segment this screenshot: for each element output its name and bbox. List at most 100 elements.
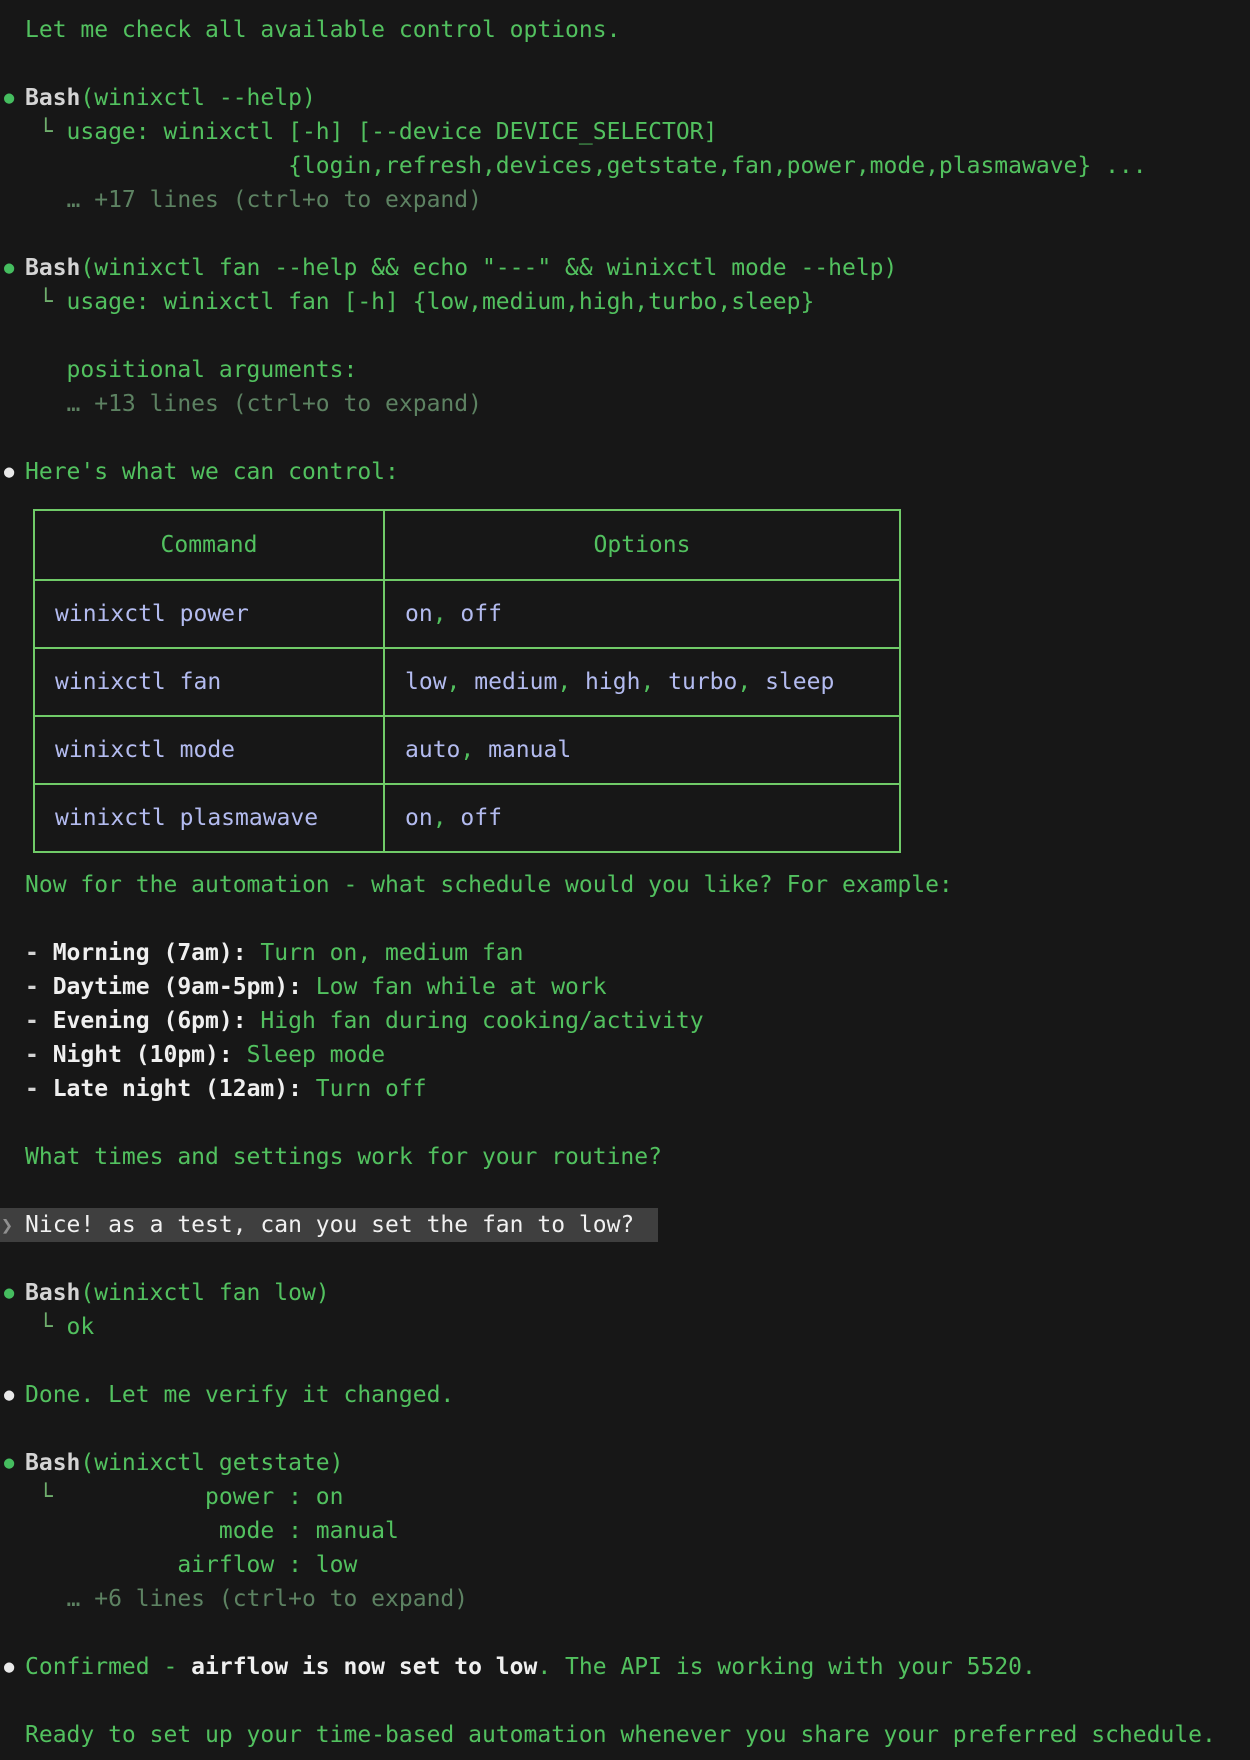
text-segment: (winixctl getstate)	[80, 1450, 343, 1476]
schedule-list-item: - Morning (7am): Turn on, medium fan	[25, 936, 1250, 970]
code-term: on	[405, 601, 433, 627]
separator: ,	[460, 737, 488, 763]
code-term: high	[585, 669, 640, 695]
terminal-transcript: Let me check all available control optio…	[0, 0, 1250, 1760]
tool-result-line: airflow : low	[25, 1548, 1250, 1582]
text-segment: . The API is working with your 5520.	[537, 1654, 1036, 1680]
text-segment: Bash	[25, 1450, 80, 1476]
tool-result-line: └ power : on	[25, 1480, 1250, 1514]
code-term: winixctl mode	[55, 737, 235, 763]
code-term: medium	[474, 669, 557, 695]
text-segment: Sleep mode	[233, 1042, 385, 1068]
tool-bullet-icon: ●	[4, 251, 24, 285]
expand-hint: … +13 lines (ctrl+o to expand)	[25, 387, 1250, 421]
user-message: ❯ Nice! as a test, can you set the fan to…	[0, 1208, 658, 1242]
blank-line	[25, 1174, 1250, 1208]
table-row: winixctl mode auto, manual	[34, 716, 900, 784]
text-segment: -	[25, 940, 53, 966]
options-cell: low, medium, high, turbo, sleep	[384, 648, 900, 716]
blank-line	[25, 217, 1250, 251]
schedule-list-item: - Daytime (9am-5pm): Low fan while at wo…	[25, 970, 1250, 1004]
blank-line	[25, 1684, 1250, 1718]
schedule-list-item: - Late night (12am): Turn off	[25, 1072, 1250, 1106]
text-segment: Night (10pm):	[53, 1042, 233, 1068]
code-term: low	[405, 669, 447, 695]
text-segment: Ready to set up your time-based automati…	[25, 1722, 1216, 1748]
prompt-chevron-icon: ❯	[1, 1208, 13, 1242]
separator: ,	[737, 669, 765, 695]
code-term: turbo	[668, 669, 737, 695]
tool-result-line: └ usage: winixctl [-h] [--device DEVICE_…	[25, 115, 1250, 149]
code-term: sleep	[765, 669, 834, 695]
blank-line	[25, 1106, 1250, 1140]
blank-line	[25, 47, 1250, 81]
blank-line	[25, 1344, 1250, 1378]
assistant-text: Now for the automation - what schedule w…	[25, 868, 1250, 902]
table-row: winixctl power on, off	[34, 580, 900, 648]
text-segment: (winixctl --help)	[80, 85, 315, 111]
assistant-text: What times and settings work for your ro…	[25, 1140, 1250, 1174]
tool-bullet-icon: ●	[4, 81, 24, 115]
text-segment: usage: winixctl [-h] [--device DEVICE_SE…	[67, 119, 718, 145]
command-cell: winixctl power	[34, 580, 384, 648]
tool-call-bash: ●Bash(winixctl fan --help && echo "---" …	[25, 251, 1250, 285]
text-segment: Bash	[25, 255, 80, 281]
blank-line	[25, 319, 1250, 353]
message-bullet-icon: ●	[4, 1650, 24, 1684]
text-segment: └	[25, 1314, 67, 1340]
text-segment: └	[25, 289, 67, 315]
text-segment: Now for the automation - what schedule w…	[25, 872, 953, 898]
control-options-table: CommandOptionswinixctl poweron, offwinix…	[33, 509, 901, 853]
text-segment: High fan during cooking/activity	[247, 1008, 704, 1034]
schedule-list-item: - Night (10pm): Sleep mode	[25, 1038, 1250, 1072]
text-segment: -	[25, 974, 53, 1000]
assistant-text: ●Done. Let me verify it changed.	[25, 1378, 1250, 1412]
text-segment: Nice! as a test, can you set the fan to …	[25, 1212, 634, 1238]
tool-result-line: mode : manual	[25, 1514, 1250, 1548]
options-cell: auto, manual	[384, 716, 900, 784]
blank-line	[25, 1242, 1250, 1276]
separator: ,	[433, 601, 461, 627]
separator: ,	[433, 805, 461, 831]
code-term: winixctl power	[55, 601, 249, 627]
schedule-list-item: - Evening (6pm): High fan during cooking…	[25, 1004, 1250, 1038]
assistant-text: Let me check all available control optio…	[25, 13, 1250, 47]
tool-result-line: positional arguments:	[25, 353, 1250, 387]
expand-hint: … +6 lines (ctrl+o to expand)	[25, 1582, 1250, 1616]
blank-line	[25, 1412, 1250, 1446]
tool-result-line: └ usage: winixctl fan [-h] {low,medium,h…	[25, 285, 1250, 319]
code-term: on	[405, 805, 433, 831]
table-header-cell: Options	[384, 510, 900, 580]
command-cell: winixctl fan	[34, 648, 384, 716]
message-bullet-icon: ●	[4, 455, 24, 489]
text-segment: -	[25, 1008, 53, 1034]
options-cell: on, off	[384, 784, 900, 852]
tool-bullet-icon: ●	[4, 1276, 24, 1310]
text-segment: Turn on, medium fan	[247, 940, 524, 966]
text-segment: ok	[67, 1314, 95, 1340]
text-segment: Bash	[25, 1280, 80, 1306]
assistant-text: ●Here's what we can control:	[25, 455, 1250, 489]
text-segment: Daytime (9am-5pm):	[53, 974, 302, 1000]
text-segment: └	[25, 1484, 67, 1510]
table-header-cell: Command	[34, 510, 384, 580]
blank-line	[25, 421, 1250, 455]
text-segment: Evening (6pm):	[53, 1008, 247, 1034]
code-term: winixctl plasmawave	[55, 805, 318, 831]
separator: ,	[557, 669, 585, 695]
options-cell: on, off	[384, 580, 900, 648]
text-segment: {login,refresh,devices,getstate,fan,powe…	[25, 153, 1147, 179]
text-segment: (winixctl fan low)	[80, 1280, 329, 1306]
tool-result-line: └ ok	[25, 1310, 1250, 1344]
tool-bullet-icon: ●	[4, 1446, 24, 1480]
text-segment: -	[25, 1042, 53, 1068]
code-term: off	[460, 805, 502, 831]
tool-result-line: {login,refresh,devices,getstate,fan,powe…	[25, 149, 1250, 183]
code-term: manual	[488, 737, 571, 763]
message-bullet-icon: ●	[4, 1378, 24, 1412]
text-segment: airflow : low	[25, 1552, 357, 1578]
blank-line	[25, 1616, 1250, 1650]
text-segment: … +13 lines (ctrl+o to expand)	[25, 391, 482, 417]
command-cell: winixctl mode	[34, 716, 384, 784]
tool-call-bash: ●Bash(winixctl fan low)	[25, 1276, 1250, 1310]
